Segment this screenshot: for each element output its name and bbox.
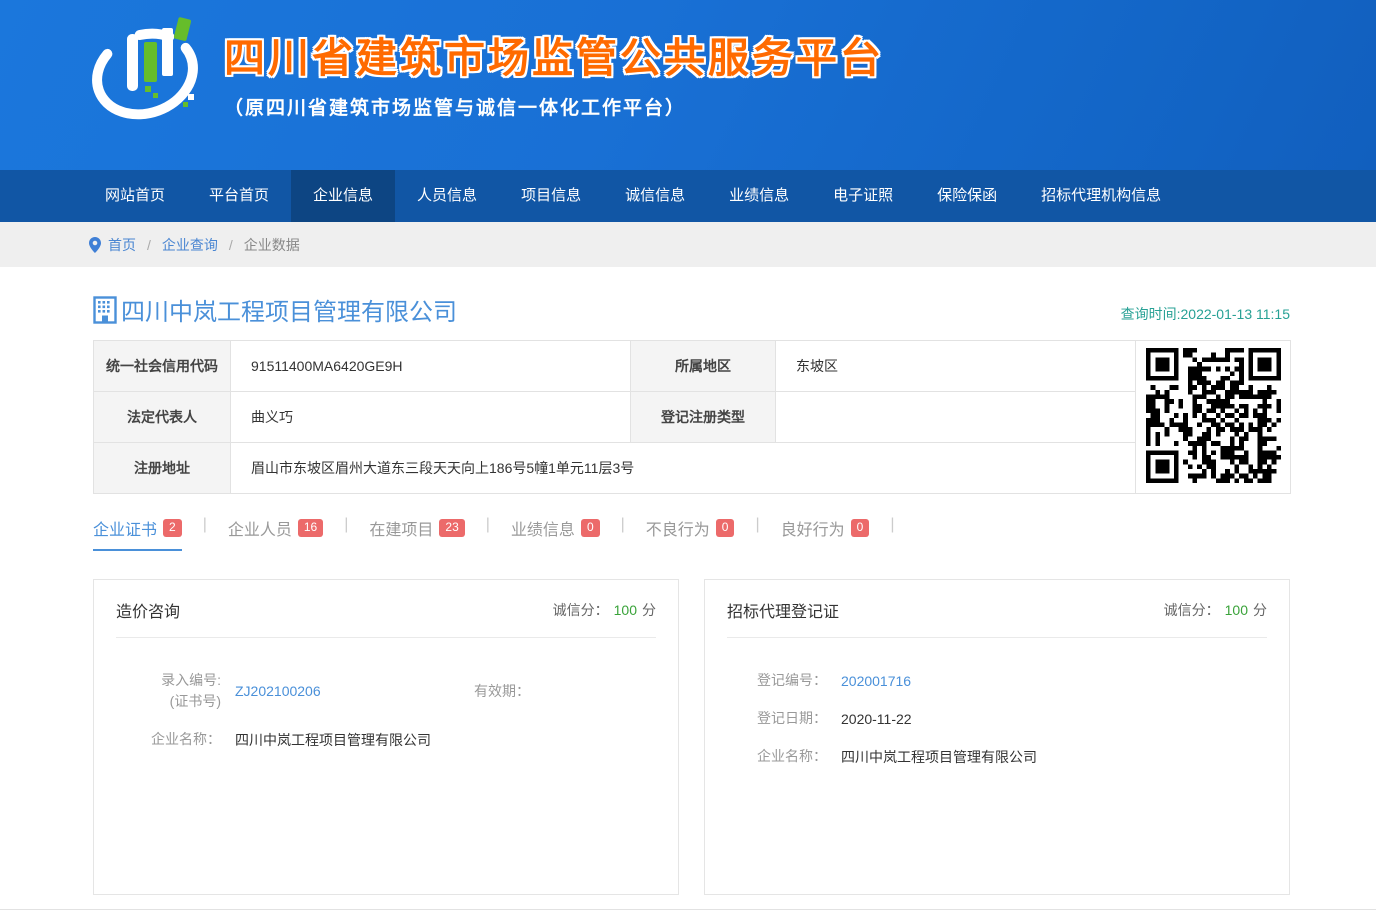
breadcrumb: 首页 / 企业查询 / 企业数据 [0, 222, 1376, 267]
company-name-value: 四川中岚工程项目管理有限公司 [235, 730, 431, 750]
credit-score-label: 诚信分： [1164, 602, 1220, 618]
tab-separator: | [344, 516, 348, 534]
tab-performance-info[interactable]: 业绩信息 0 [511, 516, 600, 551]
tab-good-behavior[interactable]: 良好行为 0 [781, 516, 870, 551]
validity-label: 有效期： [425, 681, 530, 702]
building-icon [93, 296, 117, 324]
tab-label: 良好行为 [781, 516, 845, 540]
breadcrumb-separator: / [229, 237, 233, 253]
nav-item-enterprise-info[interactable]: 企业信息 [291, 170, 395, 222]
certificate-number-link[interactable]: ZJ202100206 [235, 683, 425, 699]
tab-count-badge: 0 [581, 519, 600, 536]
company-info-table: 统一社会信用代码 91511400MA6420GE9H 所属地区 东坡区 法定代… [93, 340, 1291, 494]
detail-tabs: 企业证书 2 | 企业人员 16 | 在建项目 23 | 业绩信息 0 | 不良… [93, 516, 1290, 551]
company-name-heading: 四川中岚工程项目管理有限公司 [121, 292, 457, 327]
site-header: 四川省建筑市场监管公共服务平台 （原四川省建筑市场监管与诚信一体化工作平台） [0, 0, 1376, 170]
tab-label: 企业人员 [228, 516, 292, 540]
tab-separator: | [203, 516, 207, 534]
certificate-card-cost-consulting: 造价咨询 诚信分： 100 分 录入编号: (证书号) ZJ202100206 有效… [93, 579, 679, 895]
tab-count-badge: 2 [163, 519, 182, 536]
info-label-legal-rep: 法定代表人 [94, 392, 231, 443]
breadcrumb-current: 企业数据 [244, 235, 300, 255]
main-content: 四川中岚工程项目管理有限公司 查询时间:2022-01-13 11:15 统一社… [93, 292, 1290, 895]
credit-score-value: 100 [614, 602, 637, 618]
tab-separator: | [486, 516, 490, 534]
nav-item-personnel-info[interactable]: 人员信息 [395, 170, 499, 222]
registration-date-value: 2020-11-22 [841, 711, 912, 727]
credit-score-unit: 分 [642, 602, 656, 618]
credit-score-value: 100 [1225, 602, 1248, 618]
site-subtitle: （原四川省建筑市场监管与诚信一体化工作平台） [224, 93, 884, 120]
tab-label: 在建项目 [369, 516, 433, 540]
nav-item-e-certificate[interactable]: 电子证照 [811, 170, 915, 222]
tab-projects-under-construction[interactable]: 在建项目 23 [369, 516, 464, 551]
main-nav: 网站首页 平台首页 企业信息 人员信息 项目信息 诚信信息 业绩信息 电子证照 … [0, 170, 1376, 222]
tab-separator: | [755, 516, 759, 534]
credit-score-unit: 分 [1253, 602, 1267, 618]
tab-separator: | [890, 516, 894, 534]
info-label-credit-code: 统一社会信用代码 [94, 341, 231, 392]
breadcrumb-separator: / [147, 237, 151, 253]
site-logo-icon [86, 10, 208, 128]
qr-code-cell [1136, 341, 1291, 494]
qr-code [1146, 348, 1281, 483]
nav-item-credit-info[interactable]: 诚信信息 [603, 170, 707, 222]
info-value-registration-type [776, 392, 1136, 443]
credit-score-label: 诚信分： [553, 602, 609, 618]
tab-count-badge: 23 [439, 519, 464, 536]
tab-enterprise-personnel[interactable]: 企业人员 16 [228, 516, 323, 551]
info-label-registration-type: 登记注册类型 [631, 392, 776, 443]
info-label-registered-address: 注册地址 [94, 443, 231, 494]
company-name-label: 企业名称： [727, 746, 827, 767]
tab-label: 不良行为 [646, 516, 710, 540]
card-title: 造价咨询 [116, 598, 180, 622]
company-title: 四川中岚工程项目管理有限公司 [93, 292, 457, 327]
info-value-legal-rep: 曲义巧 [231, 392, 631, 443]
table-row: 统一社会信用代码 91511400MA6420GE9H 所属地区 东坡区 [94, 341, 1291, 392]
table-row: 法定代表人 曲义巧 登记注册类型 [94, 392, 1291, 443]
info-label-region: 所属地区 [631, 341, 776, 392]
tab-count-badge: 16 [298, 519, 323, 536]
nav-item-home[interactable]: 网站首页 [83, 170, 187, 222]
tab-enterprise-certificates[interactable]: 企业证书 2 [93, 516, 182, 551]
cert-number-label: 录入编号: (证书号) [116, 670, 221, 712]
tab-label: 企业证书 [93, 516, 157, 540]
info-value-registered-address: 眉山市东坡区眉州大道东三段天天向上186号5幢1单元11层3号 [231, 443, 1136, 494]
table-row: 注册地址 眉山市东坡区眉州大道东三段天天向上186号5幢1单元11层3号 [94, 443, 1291, 494]
nav-item-performance-info[interactable]: 业绩信息 [707, 170, 811, 222]
query-time: 查询时间:2022-01-13 11:15 [1121, 304, 1290, 327]
nav-item-platform-home[interactable]: 平台首页 [187, 170, 291, 222]
info-value-credit-code: 91511400MA6420GE9H [231, 341, 631, 392]
nav-item-project-info[interactable]: 项目信息 [499, 170, 603, 222]
certificate-card-bidding-agency: 招标代理登记证 诚信分： 100 分 登记编号： 202001716 登记日期： 2… [704, 579, 1290, 895]
tab-label: 业绩信息 [511, 516, 575, 540]
tab-separator: | [621, 516, 625, 534]
tab-count-badge: 0 [851, 519, 870, 536]
credit-score: 诚信分： 100 分 [1164, 600, 1267, 620]
tab-count-badge: 0 [716, 519, 735, 536]
registration-number-link[interactable]: 202001716 [841, 673, 911, 689]
registration-date-label: 登记日期： [727, 708, 827, 729]
credit-score: 诚信分： 100 分 [553, 600, 656, 620]
breadcrumb-home[interactable]: 首页 [108, 235, 136, 255]
nav-item-insurance-guarantee[interactable]: 保险保函 [915, 170, 1019, 222]
company-name-label: 企业名称： [116, 729, 221, 750]
location-pin-icon [89, 237, 101, 253]
site-title: 四川省建筑市场监管公共服务平台 [224, 24, 884, 84]
registration-number-label: 登记编号： [727, 670, 827, 691]
tab-bad-behavior[interactable]: 不良行为 0 [646, 516, 735, 551]
breadcrumb-enterprise-search[interactable]: 企业查询 [162, 235, 218, 255]
card-title: 招标代理登记证 [727, 598, 839, 622]
company-name-value: 四川中岚工程项目管理有限公司 [841, 747, 1037, 767]
info-value-region: 东坡区 [776, 341, 1136, 392]
nav-item-bidding-agency-info[interactable]: 招标代理机构信息 [1019, 170, 1183, 222]
